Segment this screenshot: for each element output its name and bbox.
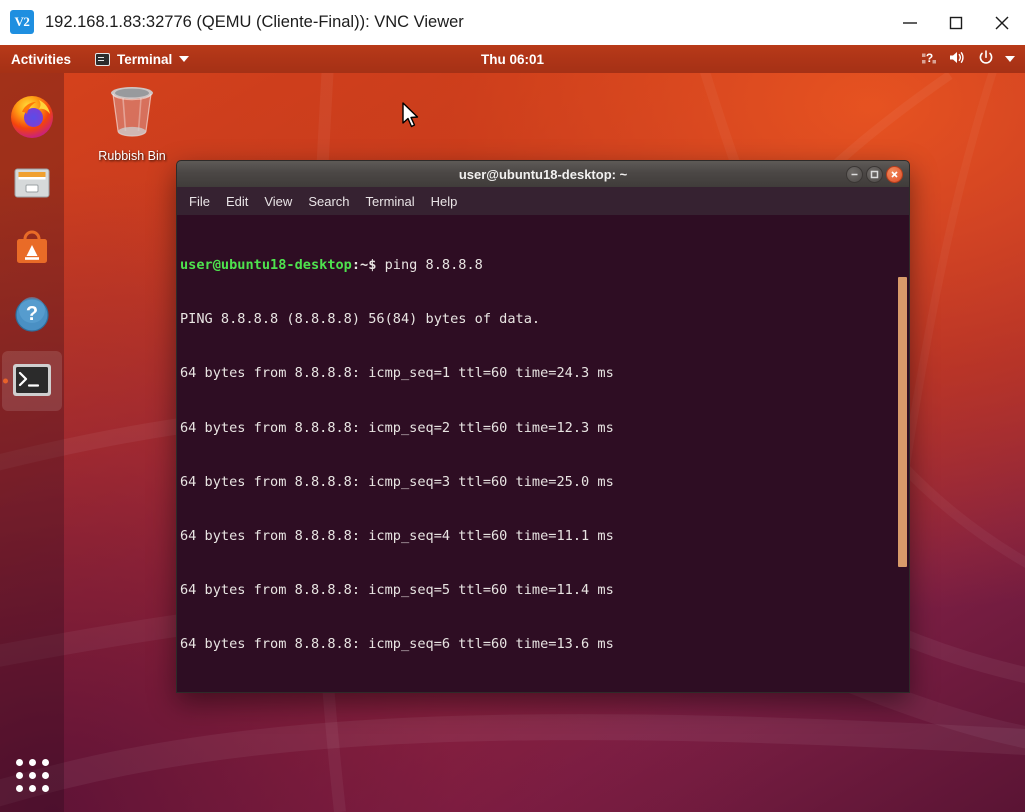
mouse-cursor [401,102,421,130]
menu-edit[interactable]: Edit [226,194,248,209]
show-applications-button[interactable] [0,746,64,804]
terminal-titlebar[interactable]: user@ubuntu18-desktop: ~ [176,160,910,187]
vnc-logo-icon: V2 [10,10,34,34]
ping-reply-line: 64 bytes from 8.8.8.8: icmp_seq=2 ttl=60… [180,419,909,437]
status-area[interactable]: ? [922,50,1015,69]
ping-reply-line: 64 bytes from 8.8.8.8: icmp_seq=7 ttl=60… [180,689,909,693]
svg-text:?: ? [926,51,933,65]
terminal-window-buttons [846,161,903,188]
minimize-icon[interactable] [887,0,933,45]
ping-reply-line: 64 bytes from 8.8.8.8: icmp_seq=1 ttl=60… [180,364,909,382]
trash-icon [104,83,160,141]
dock-item-files[interactable] [2,153,62,213]
vnc-titlebar[interactable]: V2 192.168.1.83:32776 (QEMU (Cliente-Fin… [0,0,1025,45]
terminal-menubar: File Edit View Search Terminal Help [176,187,910,215]
ping-reply-line: 64 bytes from 8.8.8.8: icmp_seq=5 ttl=60… [180,581,909,599]
ping-header-line: PING 8.8.8.8 (8.8.8.8) 56(84) bytes of d… [180,310,909,328]
desktop-icon-label: Rubbish Bin [90,149,174,163]
prompt-user-host: user@ubuntu18-desktop [180,257,352,273]
prompt-command: ping 8.8.8.8 [385,257,483,273]
maximize-icon[interactable] [866,166,883,183]
dock-item-ubuntu-software[interactable] [2,219,62,279]
desktop-icon-rubbish-bin[interactable]: Rubbish Bin [90,83,174,163]
prompt-path: :~$ [352,257,377,273]
terminal-window-title: user@ubuntu18-desktop: ~ [459,167,627,182]
ping-reply-line: 64 bytes from 8.8.8.8: icmp_seq=4 ttl=60… [180,527,909,545]
terminal-window[interactable]: user@ubuntu18-desktop: ~ File Edit Vie [176,160,910,693]
close-icon[interactable] [979,0,1025,45]
minimize-icon[interactable] [846,166,863,183]
menu-terminal[interactable]: Terminal [366,194,415,209]
volume-icon [949,50,967,68]
ping-reply-line: 64 bytes from 8.8.8.8: icmp_seq=3 ttl=60… [180,473,909,491]
vnc-window-title: 192.168.1.83:32776 (QEMU (Cliente-Final)… [45,13,464,32]
menu-file[interactable]: File [189,194,210,209]
dock-item-help[interactable]: ? [2,285,62,345]
help-icon: ? [10,293,54,337]
ubuntu-software-icon [10,227,54,271]
clock[interactable]: Thu 06:01 [0,52,1025,67]
scrollbar-thumb[interactable] [898,277,907,567]
power-icon [978,50,994,69]
close-icon[interactable] [886,166,903,183]
terminal-output: user@ubuntu18-desktop:~$ ping 8.8.8.8 PI… [177,215,909,693]
maximize-icon[interactable] [933,0,979,45]
terminal-body[interactable]: user@ubuntu18-desktop:~$ ping 8.8.8.8 PI… [176,215,910,693]
ping-reply-line: 64 bytes from 8.8.8.8: icmp_seq=6 ttl=60… [180,635,909,653]
terminal-icon [10,361,54,401]
network-unknown-icon: ? [922,50,938,68]
dock-item-terminal[interactable] [2,351,62,411]
vnc-window-controls [887,0,1025,45]
terminal-scrollbar[interactable] [896,215,909,692]
gnome-top-bar: Activities Terminal Thu 06:01 ? [0,45,1025,73]
svg-text:?: ? [26,303,38,325]
vnc-viewer-window: V2 192.168.1.83:32776 (QEMU (Cliente-Fin… [0,0,1025,812]
apps-grid-icon [16,759,49,792]
menu-help[interactable]: Help [431,194,458,209]
ubuntu-dock: ? [0,73,64,812]
dock-item-firefox[interactable] [2,87,62,147]
files-icon [10,161,54,205]
chevron-down-icon [1005,56,1015,62]
terminal-prompt-line: user@ubuntu18-desktop:~$ ping 8.8.8.8 [180,256,909,274]
menu-view[interactable]: View [264,194,292,209]
menu-search[interactable]: Search [308,194,349,209]
remote-ubuntu-desktop[interactable]: Activities Terminal Thu 06:01 ? [0,45,1025,812]
firefox-icon [9,94,55,140]
